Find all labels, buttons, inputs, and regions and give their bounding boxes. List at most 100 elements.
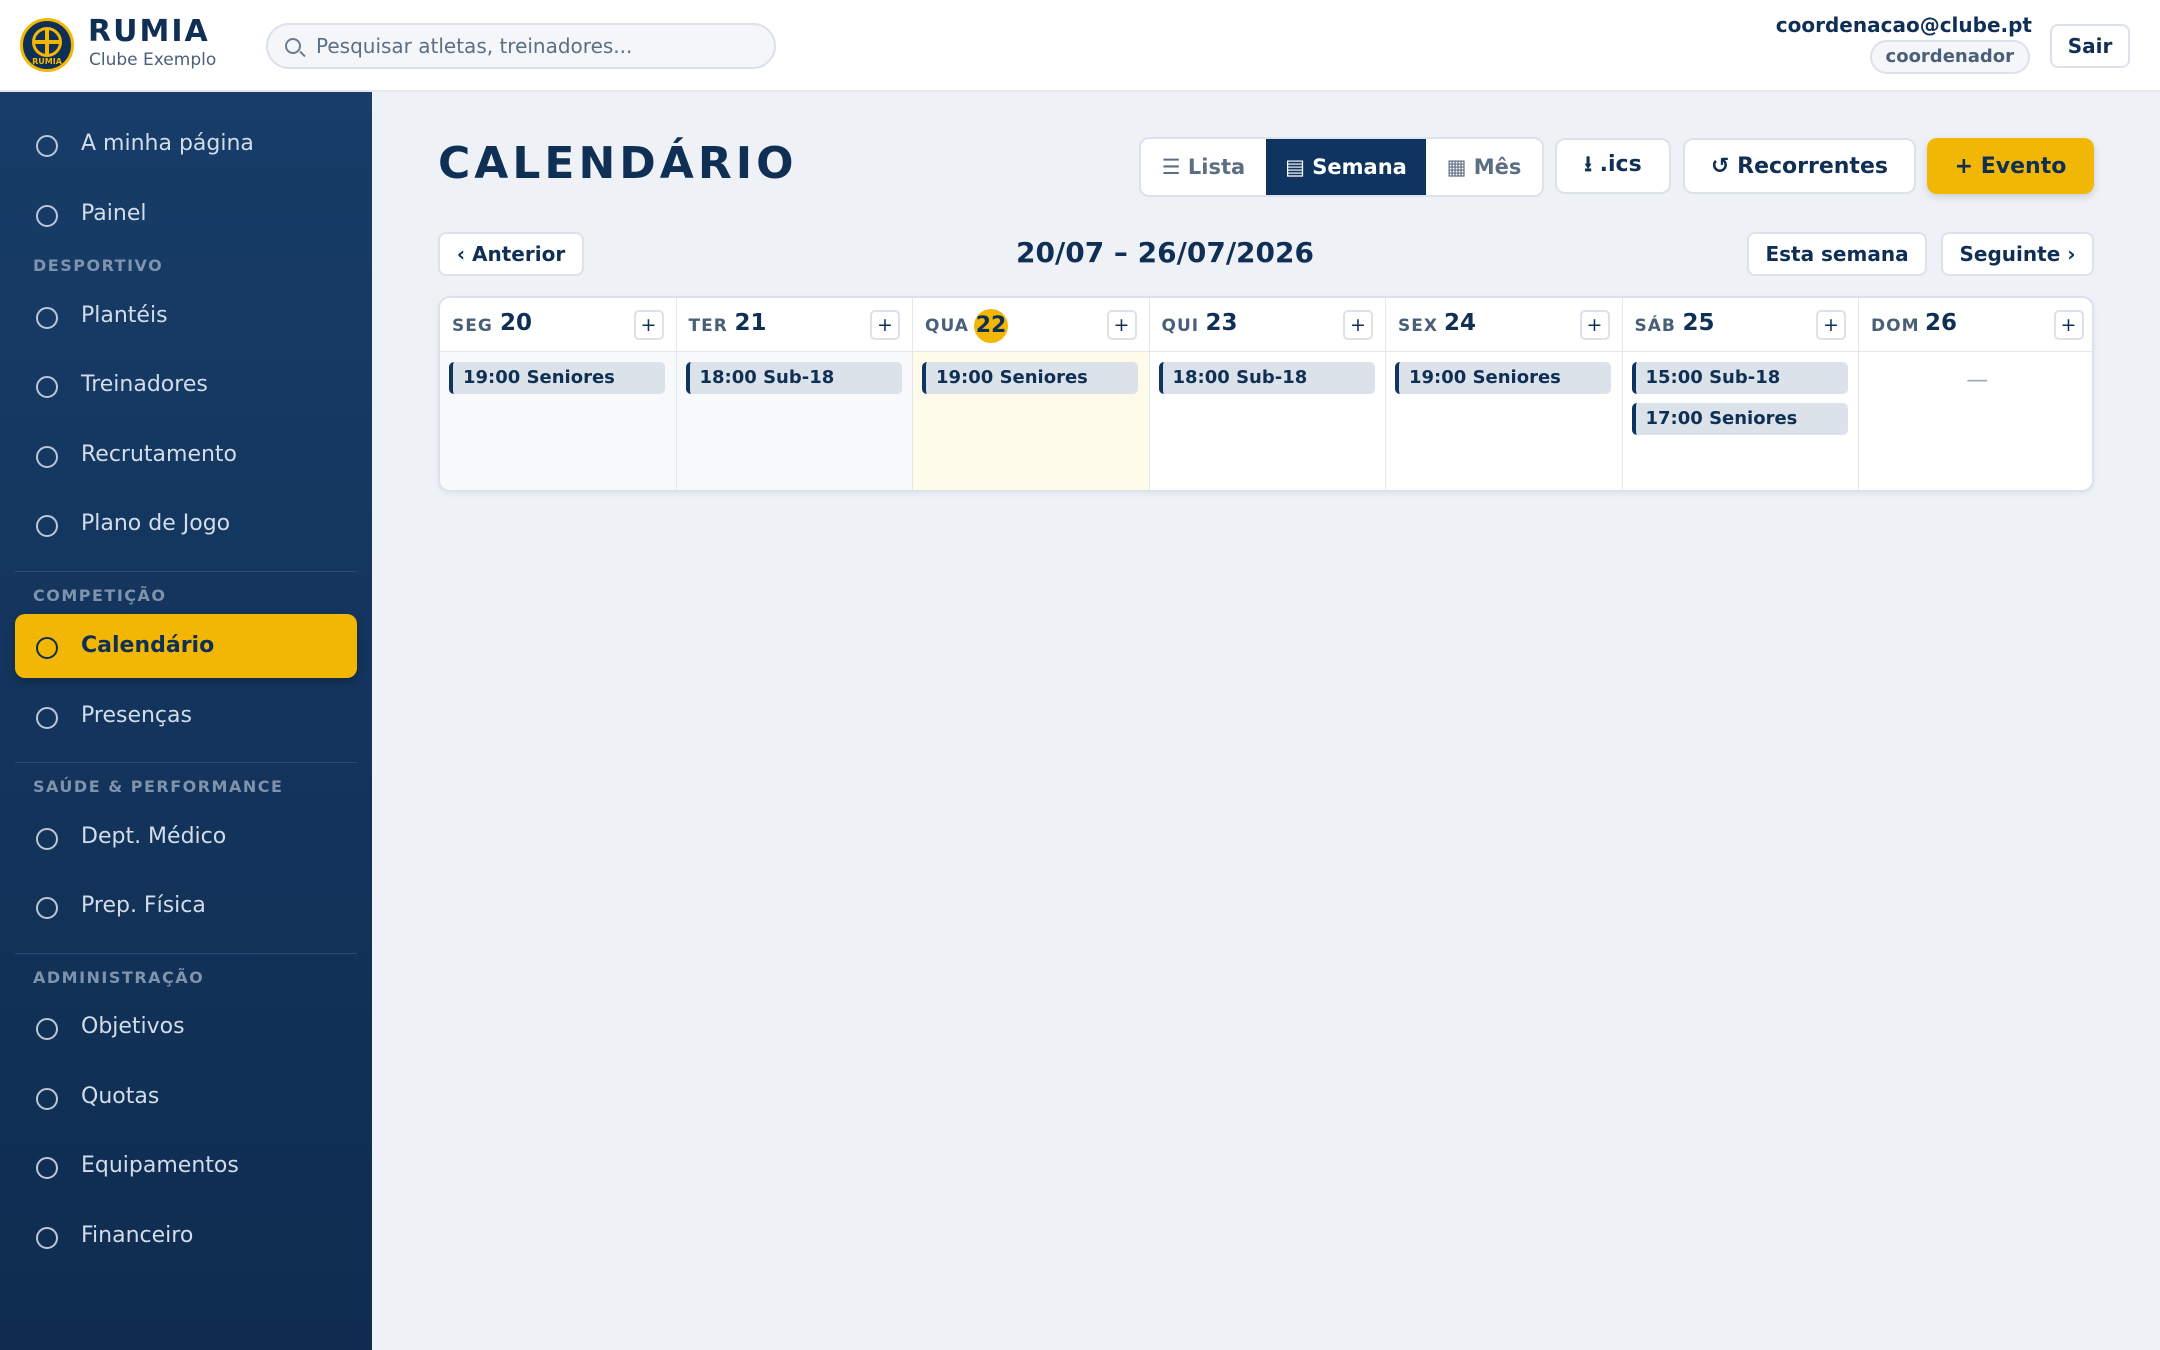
export-ics-button[interactable]: ⭳ .ics [1555, 138, 1671, 194]
day-header: TER 21 + [676, 298, 912, 352]
day-header: SÁB 25 + [1622, 298, 1858, 352]
sidebar-item-medical[interactable]: Dept. Médico [15, 805, 357, 869]
event-chip[interactable]: 15:00 Sub-18 [1631, 362, 1848, 394]
week-grid: SEG 20 + 19:00 Seniores TER 21 + 18:00 S… [438, 296, 2094, 492]
sidebar-item-fees[interactable]: Quotas [15, 1065, 357, 1129]
day-of-week: QUA [925, 316, 969, 336]
day-of-week: SÁB [1634, 316, 1676, 336]
add-event-icon[interactable]: + [1579, 310, 1610, 340]
sidebar-item-equipment[interactable]: Equipamentos [15, 1134, 357, 1198]
week-range: 20/07 – 26/07/2026 [1016, 236, 1314, 269]
day-body[interactable]: 18:00 Sub-18 [676, 352, 912, 490]
day-body[interactable]: — [1859, 352, 2092, 490]
sidebar-item-coaches[interactable]: Treinadores [15, 353, 357, 417]
previous-week-button[interactable]: ‹ Anterior [438, 232, 584, 276]
sidebar-item-label: Presenças [81, 703, 192, 728]
page-title: CALENDÁRIO [438, 138, 798, 189]
day-of-week: TER [688, 316, 728, 336]
day-column: SEX 24 + 19:00 Seniores [1386, 298, 1623, 490]
event-chip[interactable]: 18:00 Sub-18 [1158, 362, 1375, 394]
circle-icon [36, 1018, 58, 1040]
sidebar-item-label: Plantéis [81, 303, 168, 328]
day-number-today: 22 [974, 309, 1008, 343]
sidebar-item-calendar[interactable]: Calendário [15, 614, 357, 678]
sidebar-item-label: A minha página [81, 131, 254, 156]
circle-icon [36, 205, 58, 227]
sidebar-item-attendance[interactable]: Presenças [15, 684, 357, 748]
brand-subtitle: Clube Exemplo [89, 50, 217, 70]
day-of-week: DOM [1871, 316, 1920, 336]
next-week-button[interactable]: Seguinte › [1941, 232, 2094, 276]
sidebar-item-game-plan[interactable]: Plano de Jogo [15, 492, 357, 556]
view-switcher: ☰ Lista ▤ Semana ▦ Mês [1139, 137, 1544, 197]
sidebar-item-label: Dept. Médico [81, 824, 227, 849]
add-event-icon[interactable]: + [2053, 310, 2084, 340]
sidebar-item-my-page[interactable]: A minha página [15, 112, 357, 176]
new-event-button[interactable]: + Evento [1927, 138, 2094, 194]
day-of-week: SEG [452, 316, 493, 336]
day-column: QUA 22 + 19:00 Seniores [913, 298, 1150, 490]
day-body[interactable]: 19:00 Seniores [440, 352, 676, 490]
no-events-placeholder: — [1966, 368, 1989, 393]
user-email: coordenacao@clube.pt [1775, 13, 2032, 37]
view-week-button[interactable]: ▤ Semana [1266, 139, 1426, 195]
day-column: DOM 26 + — [1859, 298, 2092, 490]
sidebar-item-physical-prep[interactable]: Prep. Física [15, 874, 357, 938]
this-week-button[interactable]: Esta semana [1747, 232, 1927, 276]
circle-icon [36, 307, 58, 329]
circle-icon [36, 637, 58, 659]
day-body[interactable]: 15:00 Sub-18 17:00 Seniores [1623, 352, 1859, 490]
role-badge: coordenador [1869, 40, 2030, 74]
day-body[interactable]: 19:00 Seniores [1386, 352, 1622, 490]
circle-icon [36, 135, 58, 157]
add-event-icon[interactable]: + [1343, 310, 1373, 340]
event-chip[interactable]: 19:00 Seniores [1395, 362, 1611, 394]
circle-icon [36, 376, 58, 398]
event-chip[interactable]: 19:00 Seniores [922, 362, 1138, 394]
day-header: SEG 20 + [440, 298, 676, 352]
day-body[interactable]: 18:00 Sub-18 [1150, 352, 1386, 490]
add-event-icon[interactable]: + [1106, 310, 1137, 340]
day-body[interactable]: 19:00 Seniores [913, 352, 1149, 490]
add-event-icon[interactable]: + [870, 310, 900, 340]
circle-icon [36, 1157, 58, 1179]
event-chip[interactable]: 19:00 Seniores [449, 362, 665, 394]
day-header: QUI 23 + [1149, 298, 1385, 352]
sidebar-item-label: Plano de Jogo [81, 511, 231, 536]
sidebar-item-label: Treinadores [81, 372, 208, 397]
sidebar-divider [15, 571, 357, 572]
search-input[interactable] [316, 31, 756, 61]
circle-icon [36, 897, 58, 919]
search-icon [285, 38, 301, 54]
day-column: SEG 20 + 19:00 Seniores [440, 298, 677, 490]
sidebar-divider [15, 762, 357, 763]
logout-button[interactable]: Sair [2050, 24, 2130, 68]
circle-icon [36, 828, 58, 850]
day-number: 23 [1205, 310, 1238, 336]
recurring-button[interactable]: ↺ Recorrentes [1683, 138, 1916, 194]
add-event-icon[interactable]: + [633, 310, 664, 340]
day-header: SEX 24 + [1386, 298, 1622, 352]
sidebar-item-label: Calendário [81, 633, 215, 658]
brand-name: RUMIA [88, 14, 210, 49]
day-header: DOM 26 + [1859, 298, 2092, 352]
sidebar-item-dashboard[interactable]: Painel [15, 182, 357, 246]
event-chip[interactable]: 18:00 Sub-18 [685, 362, 902, 394]
sidebar-item-financial[interactable]: Financeiro [15, 1204, 357, 1268]
day-header: QUA 22 + [913, 298, 1149, 352]
day-number: 25 [1682, 310, 1715, 336]
day-number: 26 [1925, 310, 1958, 336]
club-logo-icon[interactable]: RUMIA [20, 18, 74, 72]
sidebar-item-objectives[interactable]: Objetivos [15, 995, 357, 1059]
sidebar-item-recruitment[interactable]: Recrutamento [15, 423, 357, 487]
search-box[interactable] [266, 23, 776, 69]
circle-icon [36, 707, 58, 729]
section-label-administracao: ADMINISTRAÇÃO [33, 968, 205, 987]
view-month-button[interactable]: ▦ Mês [1426, 139, 1542, 195]
event-chip[interactable]: 17:00 Seniores [1631, 403, 1848, 435]
sidebar-item-label: Painel [81, 201, 147, 226]
sidebar-divider [15, 953, 357, 954]
view-list-button[interactable]: ☰ Lista [1141, 139, 1266, 195]
sidebar-item-squads[interactable]: Plantéis [15, 284, 357, 348]
add-event-icon[interactable]: + [1816, 310, 1846, 340]
